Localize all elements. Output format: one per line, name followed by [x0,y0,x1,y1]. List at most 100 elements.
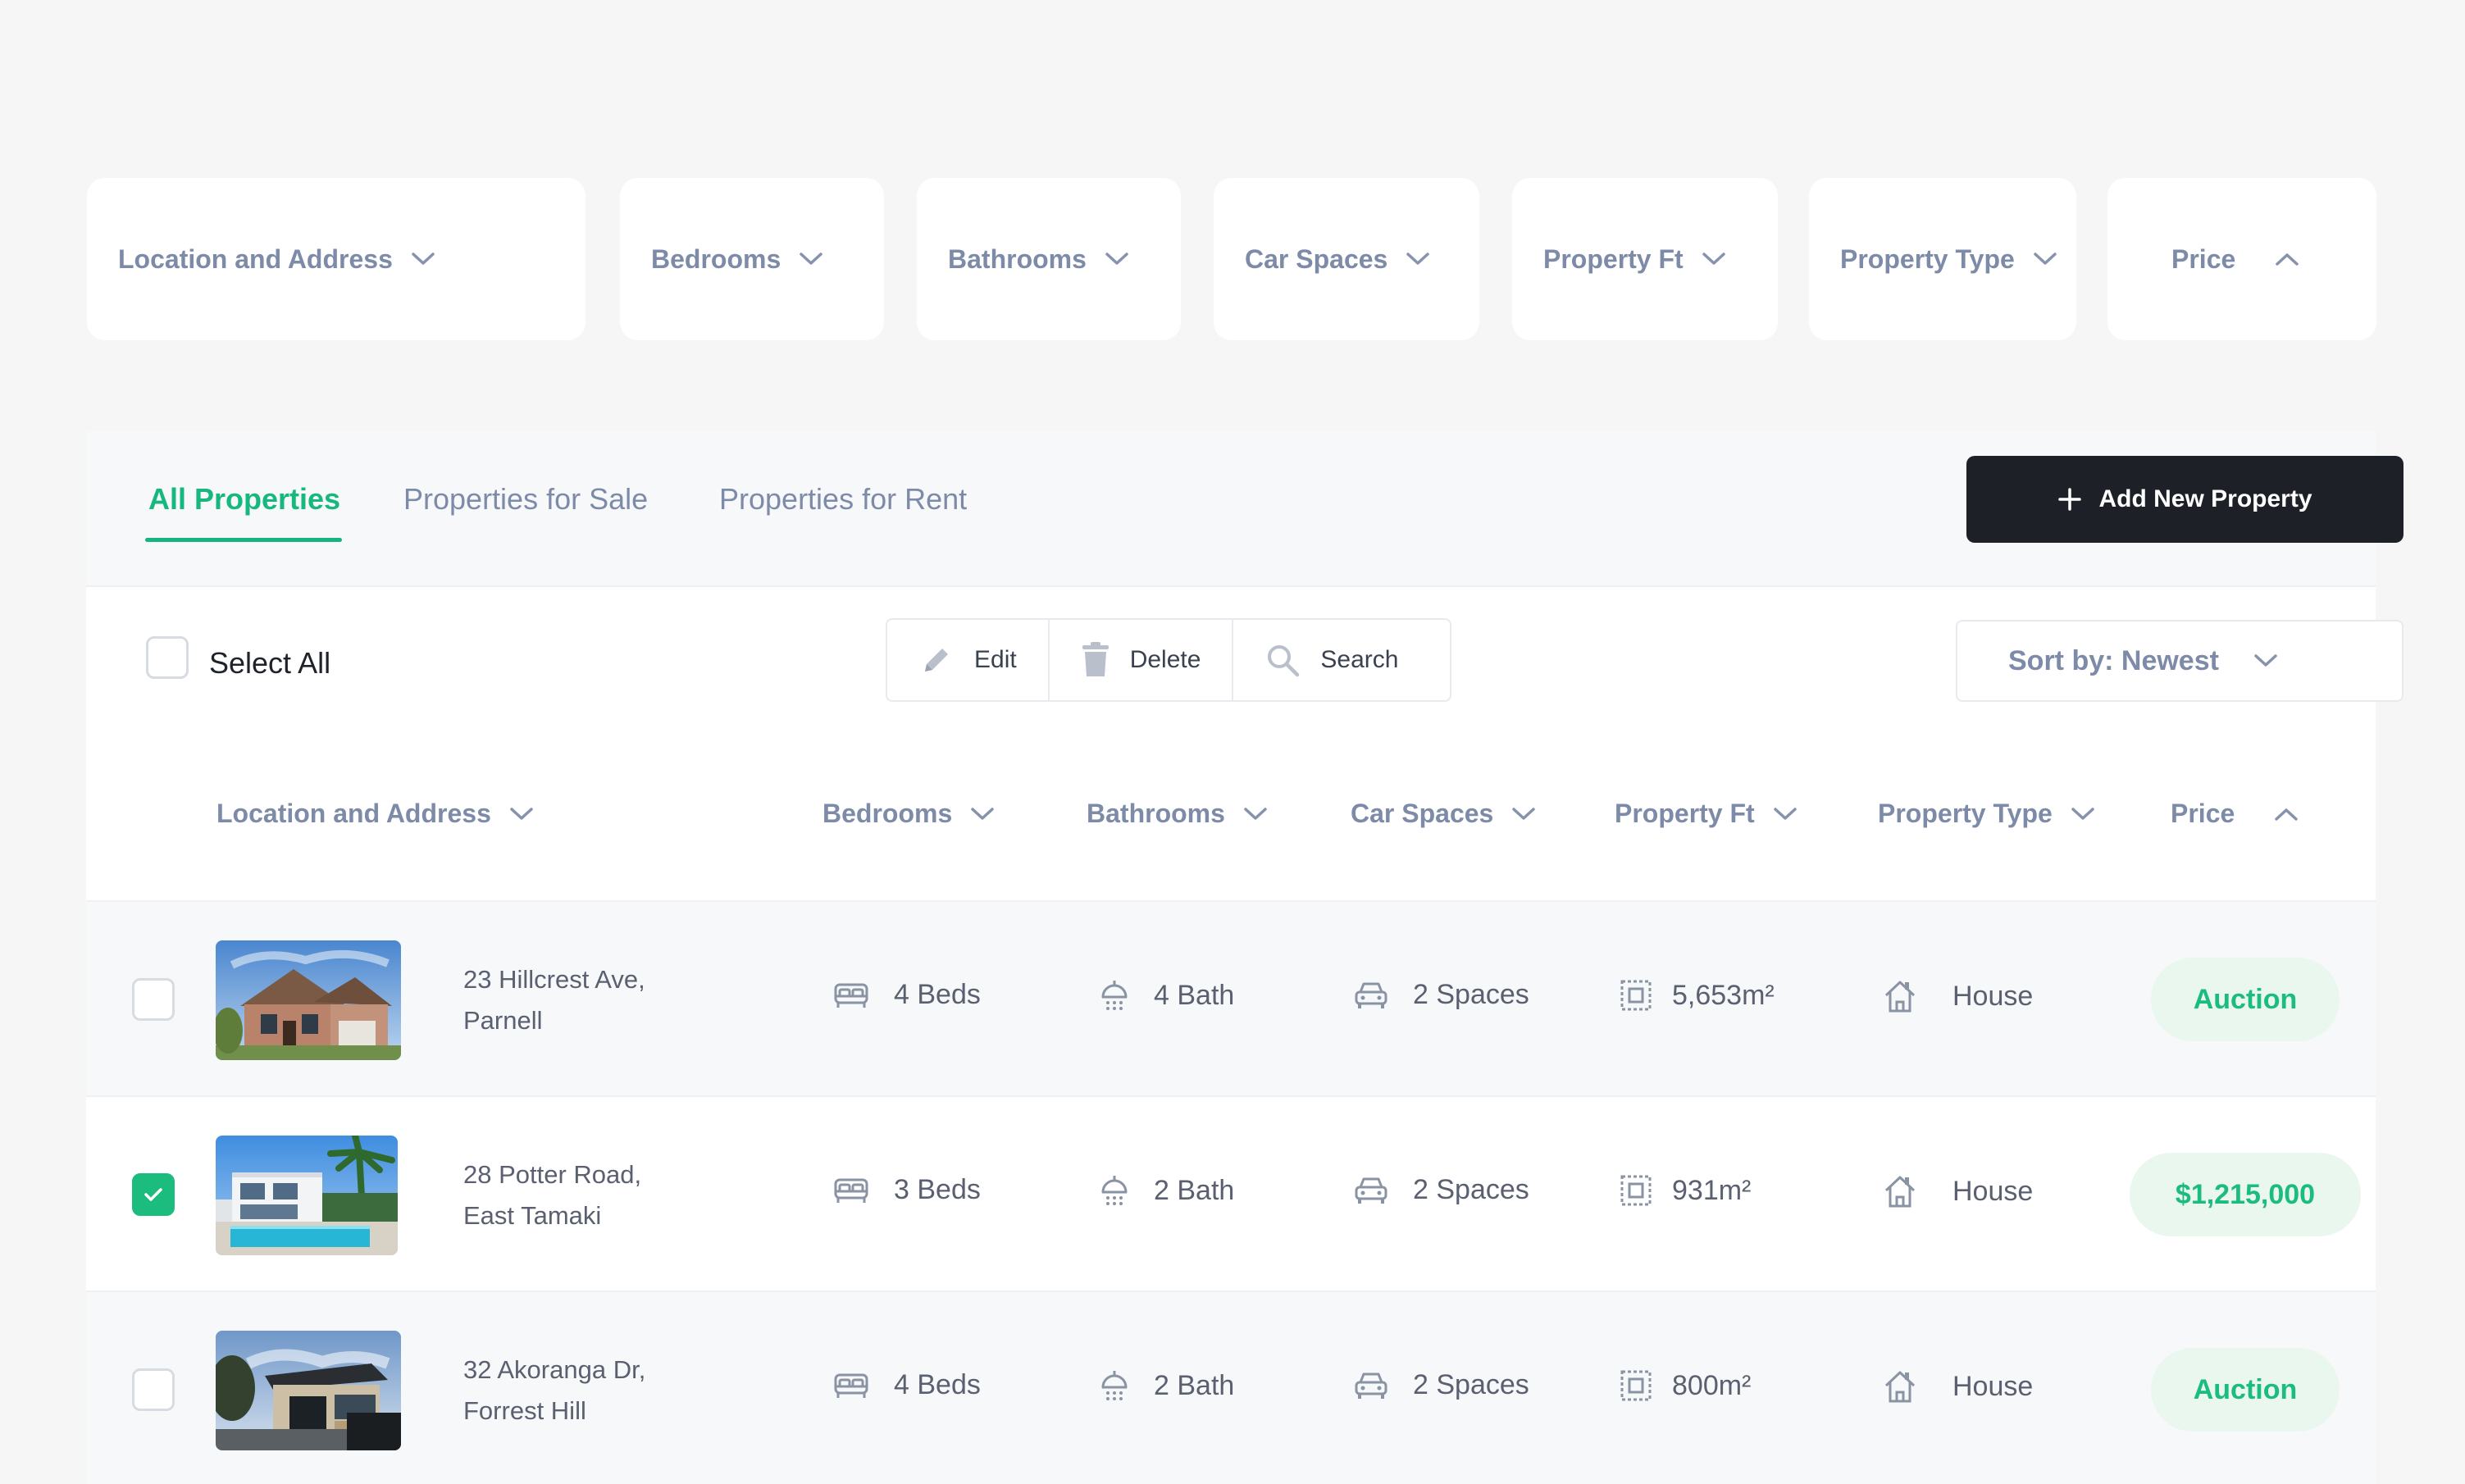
table-header: Location and Address Bedrooms Bathrooms … [86,723,2376,902]
area-icon [1620,1174,1652,1207]
price-badge: $1,215,000 [2130,1153,2361,1236]
chevron-down-icon [2253,653,2278,668]
filter-location-label: Location and Address [118,244,393,274]
filter-bedrooms[interactable]: Bedrooms [620,178,884,340]
bathrooms-value: 2 Bath [1154,1174,1235,1206]
delete-button[interactable]: Delete [1050,620,1234,700]
shower-icon [1100,979,1129,1012]
bathrooms-cell: 4 Bath [1100,979,1234,1012]
search-icon [1264,642,1301,678]
filter-location[interactable]: Location and Address [87,178,585,340]
property-type-value: House [1952,1370,2034,1402]
add-new-property-label: Add New Property [2098,485,2312,512]
filter-car-spaces[interactable]: Car Spaces [1214,178,1479,340]
chevron-down-icon [2033,252,2057,266]
property-address: 28 Potter Road, East Tamaki [463,1154,641,1236]
chevron-down-icon [2071,807,2095,822]
property-photo [216,940,401,1060]
area-value: 931m² [1672,1174,1752,1206]
row-checkbox[interactable] [132,1173,175,1216]
filter-property-ft-label: Property Ft [1543,244,1684,274]
property-type-cell: House [1882,1369,2033,1404]
chevron-down-icon [970,807,995,822]
filter-price[interactable]: Price [2107,178,2376,340]
column-price[interactable]: Price [2171,799,2299,829]
car-spaces-value: 2 Spaces [1413,979,1529,1010]
bathrooms-cell: 2 Bath [1100,1174,1234,1207]
property-type-value: House [1952,980,2034,1012]
tab-properties-for-rent[interactable]: Properties for Rent [719,482,967,517]
bedrooms-cell: 4 Beds [833,1369,981,1401]
filter-car-spaces-label: Car Spaces [1245,244,1388,274]
bed-icon [833,1372,869,1400]
property-photo [216,1331,401,1450]
filter-price-label: Price [2171,244,2236,274]
address-line-2: Forrest Hill [463,1396,586,1425]
tab-properties-for-sale[interactable]: Properties for Sale [403,482,648,517]
bedrooms-cell: 3 Beds [833,1174,981,1206]
column-bathrooms-label: Bathrooms [1087,799,1225,828]
column-car-spaces-label: Car Spaces [1351,799,1494,828]
shower-icon [1100,1369,1129,1402]
table-row[interactable]: 23 Hillcrest Ave, Parnell 4 Beds 4 Bath … [86,902,2376,1097]
search-button[interactable]: Search [1233,620,1429,700]
bathrooms-cell: 2 Bath [1100,1369,1234,1402]
area-cell: 931m² [1620,1174,1751,1207]
filter-bathrooms[interactable]: Bathrooms [917,178,1181,340]
car-spaces-cell: 2 Spaces [1354,1174,1529,1206]
row-checkbox[interactable] [132,978,175,1021]
column-location[interactable]: Location and Address [216,799,534,829]
area-cell: 800m² [1620,1369,1751,1402]
property-address: 32 Akoranga Dr, Forrest Hill [463,1350,645,1432]
bed-icon [833,981,869,1009]
area-icon [1620,1369,1652,1402]
address-line-1: 28 Potter Road, [463,1160,642,1189]
pencil-icon [918,642,955,678]
address-line-2: Parnell [463,1006,543,1035]
filter-bedrooms-label: Bedrooms [651,244,781,274]
bedrooms-value: 3 Beds [894,1174,981,1205]
active-tab-indicator [145,538,342,542]
chevron-down-icon [1773,807,1797,822]
property-type-cell: House [1882,979,2033,1013]
tab-all-properties[interactable]: All Properties [148,482,340,517]
filter-property-type[interactable]: Property Type [1809,178,2076,340]
bulk-actions-group: Edit Delete Search [886,618,1451,702]
sort-dropdown[interactable]: Sort by: Newest [1956,620,2403,702]
add-new-property-button[interactable]: Add New Property [1966,456,2403,543]
address-line-1: 32 Akoranga Dr, [463,1355,646,1384]
column-property-type-label: Property Type [1878,799,2053,828]
properties-panel: All Properties Properties for Sale Prope… [86,431,2403,1484]
car-spaces-cell: 2 Spaces [1354,1369,1529,1401]
chevron-down-icon [799,252,823,266]
area-value: 5,653m² [1672,979,1775,1011]
select-all-checkbox[interactable] [146,636,189,679]
column-bathrooms[interactable]: Bathrooms [1087,799,1268,829]
shower-icon [1100,1174,1129,1207]
area-value: 800m² [1672,1369,1752,1401]
table-row[interactable]: 32 Akoranga Dr, Forrest Hill 4 Beds 2 Ba… [86,1292,2376,1484]
area-icon [1620,979,1652,1012]
table-row[interactable]: 28 Potter Road, East Tamaki 3 Beds 2 Bat… [86,1097,2376,1292]
address-line-1: 23 Hillcrest Ave, [463,965,645,994]
tabs-bar: All Properties Properties for Sale Prope… [86,431,2403,587]
column-property-type[interactable]: Property Type [1878,799,2095,829]
column-bedrooms[interactable]: Bedrooms [822,799,995,829]
column-price-label: Price [2171,799,2235,828]
search-label: Search [1320,646,1399,673]
edit-button[interactable]: Edit [887,620,1050,700]
check-icon [144,1186,163,1203]
chevron-up-icon [2275,252,2299,266]
price-badge: Auction [2151,1348,2340,1432]
column-car-spaces[interactable]: Car Spaces [1351,799,1536,829]
column-location-label: Location and Address [216,799,491,828]
bathrooms-value: 4 Bath [1154,979,1235,1011]
column-property-ft[interactable]: Property Ft [1615,799,1797,829]
edit-label: Edit [974,646,1017,673]
car-spaces-value: 2 Spaces [1413,1174,1529,1205]
filter-property-ft[interactable]: Property Ft [1512,178,1778,340]
row-checkbox[interactable] [132,1368,175,1411]
bed-icon [833,1177,869,1204]
delete-label: Delete [1129,646,1201,673]
chevron-down-icon [1702,252,1726,266]
